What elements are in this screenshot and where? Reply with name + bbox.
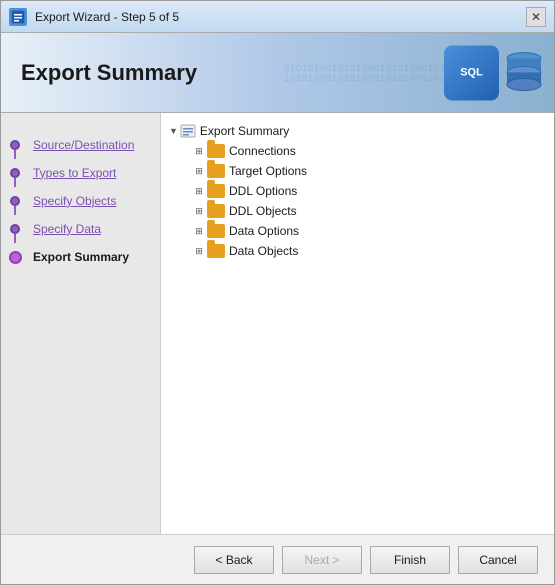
folder-icon-target-options [207,164,225,178]
sidebar-item-specify-objects[interactable]: Specify Objects [1,187,160,215]
step-label-source-destination[interactable]: Source/Destination [29,138,134,152]
back-button[interactable]: < Back [194,546,274,574]
step-label-specify-objects[interactable]: Specify Objects [29,194,116,208]
connector-5 [1,243,29,271]
tree-root-label: Export Summary [200,124,289,138]
tree-item-connections[interactable]: ⊞ Connections [191,141,546,161]
expand-icon-ddl-objects[interactable]: ⊞ [191,203,207,219]
step-dot-2 [10,168,20,178]
connector-3 [1,187,29,215]
tree-root[interactable]: ▼ Export Summary [169,121,546,141]
step-label-export-summary: Export Summary [29,250,129,264]
tree-item-ddl-options[interactable]: ⊞ DDL Options [191,181,546,201]
tree-item-data-objects[interactable]: ⊞ Data Objects [191,241,546,261]
folder-icon-data-objects [207,244,225,258]
wizard-footer: < Back Next > Finish Cancel [1,534,554,584]
sidebar-steps: Source/Destination Types to Export [1,123,160,279]
finish-button[interactable]: Finish [370,546,450,574]
root-expand-icon[interactable]: ▼ [169,126,178,136]
database-icon [504,53,544,93]
expand-icon-connections[interactable]: ⊞ [191,143,207,159]
expand-icon-data-objects[interactable]: ⊞ [191,243,207,259]
folder-icon-ddl-objects [207,204,225,218]
line-2 [14,178,16,187]
line-3 [14,206,16,215]
tree-item-target-options[interactable]: ⊞ Target Options [191,161,546,181]
window-title: Export Wizard - Step 5 of 5 [35,10,526,24]
sidebar-item-source-destination[interactable]: Source/Destination [1,131,160,159]
expand-icon-ddl-options[interactable]: ⊞ [191,183,207,199]
step-dot-1 [10,140,20,150]
step-dot-5 [9,251,22,264]
step-label-specify-data[interactable]: Specify Data [29,222,101,236]
sidebar-item-types-to-export[interactable]: Types to Export [1,159,160,187]
app-icon [9,8,27,26]
step-label-types-to-export[interactable]: Types to Export [29,166,116,180]
tree-item-data-options[interactable]: ⊞ Data Options [191,221,546,241]
sidebar-item-export-summary: Export Summary [1,243,160,271]
connector-2 [1,159,29,187]
close-button[interactable]: ✕ [526,7,546,27]
expand-icon-target-options[interactable]: ⊞ [191,163,207,179]
folder-icon-data-options [207,224,225,238]
tree-label-ddl-objects: DDL Objects [229,204,297,218]
tree-item-ddl-objects[interactable]: ⊞ DDL Objects [191,201,546,221]
line-4 [14,234,16,243]
tree-label-target-options: Target Options [229,164,307,178]
tree-label-ddl-options: DDL Options [229,184,297,198]
tree-label-connections: Connections [229,144,296,158]
tree-children: ⊞ Connections ⊞ Target Options ⊞ DDL Opt… [191,141,546,261]
main-tree-panel: ▼ Export Summary ⊞ Connections [161,113,554,534]
expand-icon-data-options[interactable]: ⊞ [191,223,207,239]
connector-1 [1,131,29,159]
header-icon-group: SQL [444,45,544,100]
export-summary-icon [180,123,196,139]
header-banner: Export Summary 0101010010101000101010001… [1,33,554,113]
content-area: Source/Destination Types to Export [1,113,554,534]
folder-icon-ddl-options [207,184,225,198]
page-title: Export Summary [21,60,197,86]
cancel-button[interactable]: Cancel [458,546,538,574]
sidebar: Source/Destination Types to Export [1,113,161,534]
step-dot-3 [10,196,20,206]
line-1 [14,150,16,159]
sql-badge: SQL [444,45,499,100]
tree-label-data-objects: Data Objects [229,244,298,258]
wizard-window: Export Wizard - Step 5 of 5 ✕ Export Sum… [0,0,555,585]
title-bar: Export Wizard - Step 5 of 5 ✕ [1,1,554,33]
step-dot-4 [10,224,20,234]
tree-label-data-options: Data Options [229,224,299,238]
sidebar-item-specify-data[interactable]: Specify Data [1,215,160,243]
connector-4 [1,215,29,243]
folder-icon-connections [207,144,225,158]
next-button[interactable]: Next > [282,546,362,574]
